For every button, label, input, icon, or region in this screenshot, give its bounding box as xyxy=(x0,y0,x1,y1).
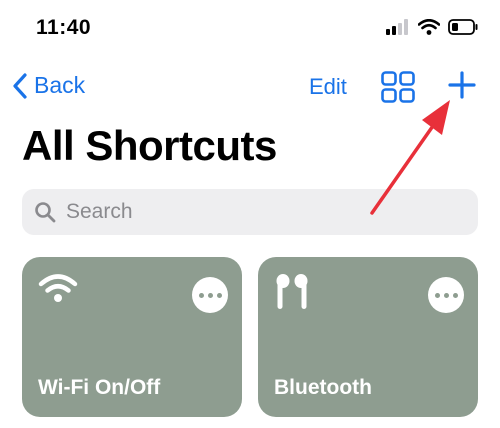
grid-view-button[interactable] xyxy=(381,71,415,108)
shortcut-tile-bluetooth[interactable]: Bluetooth xyxy=(258,257,478,417)
ellipsis-dot xyxy=(434,292,440,298)
plus-icon xyxy=(448,71,476,99)
shortcut-tile-wifi[interactable]: Wi-Fi On/Off xyxy=(22,257,242,417)
ellipsis-dot xyxy=(443,292,449,298)
shortcut-label: Wi-Fi On/Off xyxy=(38,376,161,399)
cellular-signal-icon xyxy=(386,19,408,35)
status-time: 11:40 xyxy=(36,16,92,39)
back-label: Back xyxy=(34,72,86,98)
navigation-bar: Back Edit xyxy=(0,62,500,114)
airpods-icon xyxy=(276,274,308,309)
wifi-icon xyxy=(38,274,78,302)
edit-button[interactable]: Edit xyxy=(309,74,347,100)
battery-icon xyxy=(448,19,478,35)
shortcut-label: Bluetooth xyxy=(274,376,372,399)
status-bar: 11:40 xyxy=(0,0,500,60)
page-title: All Shortcuts xyxy=(22,122,277,169)
ellipsis-dot xyxy=(207,292,213,298)
more-options-button[interactable] xyxy=(192,277,228,313)
ellipsis-dot xyxy=(452,292,458,298)
add-shortcut-button[interactable] xyxy=(448,71,476,104)
search-input[interactable] xyxy=(64,199,448,225)
search-icon xyxy=(34,201,56,223)
wifi-icon xyxy=(418,19,440,35)
search-field[interactable] xyxy=(22,189,478,235)
back-button[interactable]: Back xyxy=(12,72,85,99)
more-options-button[interactable] xyxy=(428,277,464,313)
ellipsis-dot xyxy=(198,292,204,298)
status-icons xyxy=(386,19,478,35)
grid-view-icon xyxy=(381,71,415,103)
ellipsis-dot xyxy=(216,292,222,298)
chevron-left-icon xyxy=(13,72,27,99)
